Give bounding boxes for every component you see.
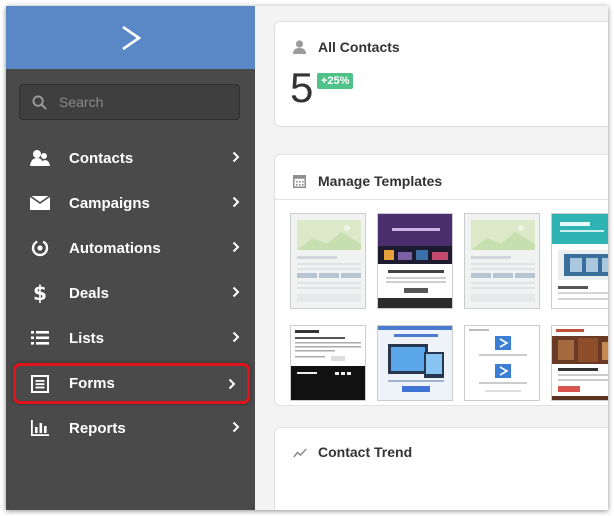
main-content: All Contacts 5 +25% Manage Templates Con… [255,6,608,510]
sidebar-item-label: Deals [69,284,110,302]
sidebar-item-label: Reports [69,419,126,437]
sidebar-item-forms[interactable]: Forms [13,363,250,404]
template-thumbnail[interactable] [464,325,540,401]
template-icon [293,175,306,188]
search-icon [32,94,47,110]
sidebar: Search Contacts Campaigns Automations $ … [6,6,255,510]
automations-icon [28,236,52,260]
template-thumbnail[interactable] [377,325,453,401]
sidebar-item-deals[interactable]: $ Deals [19,274,246,312]
trend-line-icon [293,448,307,458]
chevron-right-icon [232,196,240,208]
template-thumbnail[interactable] [377,213,453,309]
chevron-right-icon [232,241,240,253]
all-contacts-title: All Contacts [318,39,400,55]
forms-icon [28,372,52,396]
sidebar-item-lists[interactable]: Lists [19,319,246,357]
svg-text:$: $ [33,283,47,303]
logo-chevron-icon [121,25,141,50]
template-thumbnail[interactable] [551,325,608,401]
manage-templates-widget[interactable]: Manage Templates [274,154,608,406]
sidebar-item-automations[interactable]: Automations [19,229,246,267]
template-thumbnail[interactable] [464,213,540,309]
contacts-count: 5 [290,64,314,111]
sidebar-item-reports[interactable]: Reports [19,409,246,447]
chevron-right-icon [228,378,236,390]
all-contacts-widget[interactable]: All Contacts 5 +25% [274,21,608,127]
sidebar-item-label: Lists [69,329,105,347]
sidebar-item-contacts[interactable]: Contacts [19,139,246,177]
search-placeholder: Search [59,94,104,110]
sidebar-item-campaigns[interactable]: Campaigns [19,184,246,222]
chevron-right-icon [232,331,240,343]
user-icon [293,40,306,54]
chevron-right-icon [232,286,240,298]
sidebar-item-label: Contacts [69,149,134,167]
template-thumbnail[interactable] [290,213,366,309]
sidebar-item-label: Campaigns [69,194,150,212]
sidebar-item-label: Forms [69,375,115,392]
chevron-right-icon [232,151,240,163]
sidebar-item-label: Automations [69,239,161,257]
search-input[interactable]: Search [19,84,240,120]
contact-trend-title: Contact Trend [318,444,413,460]
chevron-right-icon [232,421,240,433]
brand-header[interactable] [6,6,255,69]
template-thumbnail[interactable] [551,213,608,309]
contact-trend-widget[interactable]: Contact Trend [274,427,608,510]
app-window: Search Contacts Campaigns Automations $ … [6,6,608,510]
dollar-icon: $ [28,281,52,305]
envelope-icon [28,191,52,215]
bar-chart-icon [28,416,52,440]
list-icon [28,326,52,350]
template-thumbnail[interactable] [290,325,366,401]
manage-templates-title: Manage Templates [318,173,443,189]
contacts-icon [28,146,52,170]
card-divider [275,199,608,200]
contacts-change-badge: +25% [317,73,354,89]
